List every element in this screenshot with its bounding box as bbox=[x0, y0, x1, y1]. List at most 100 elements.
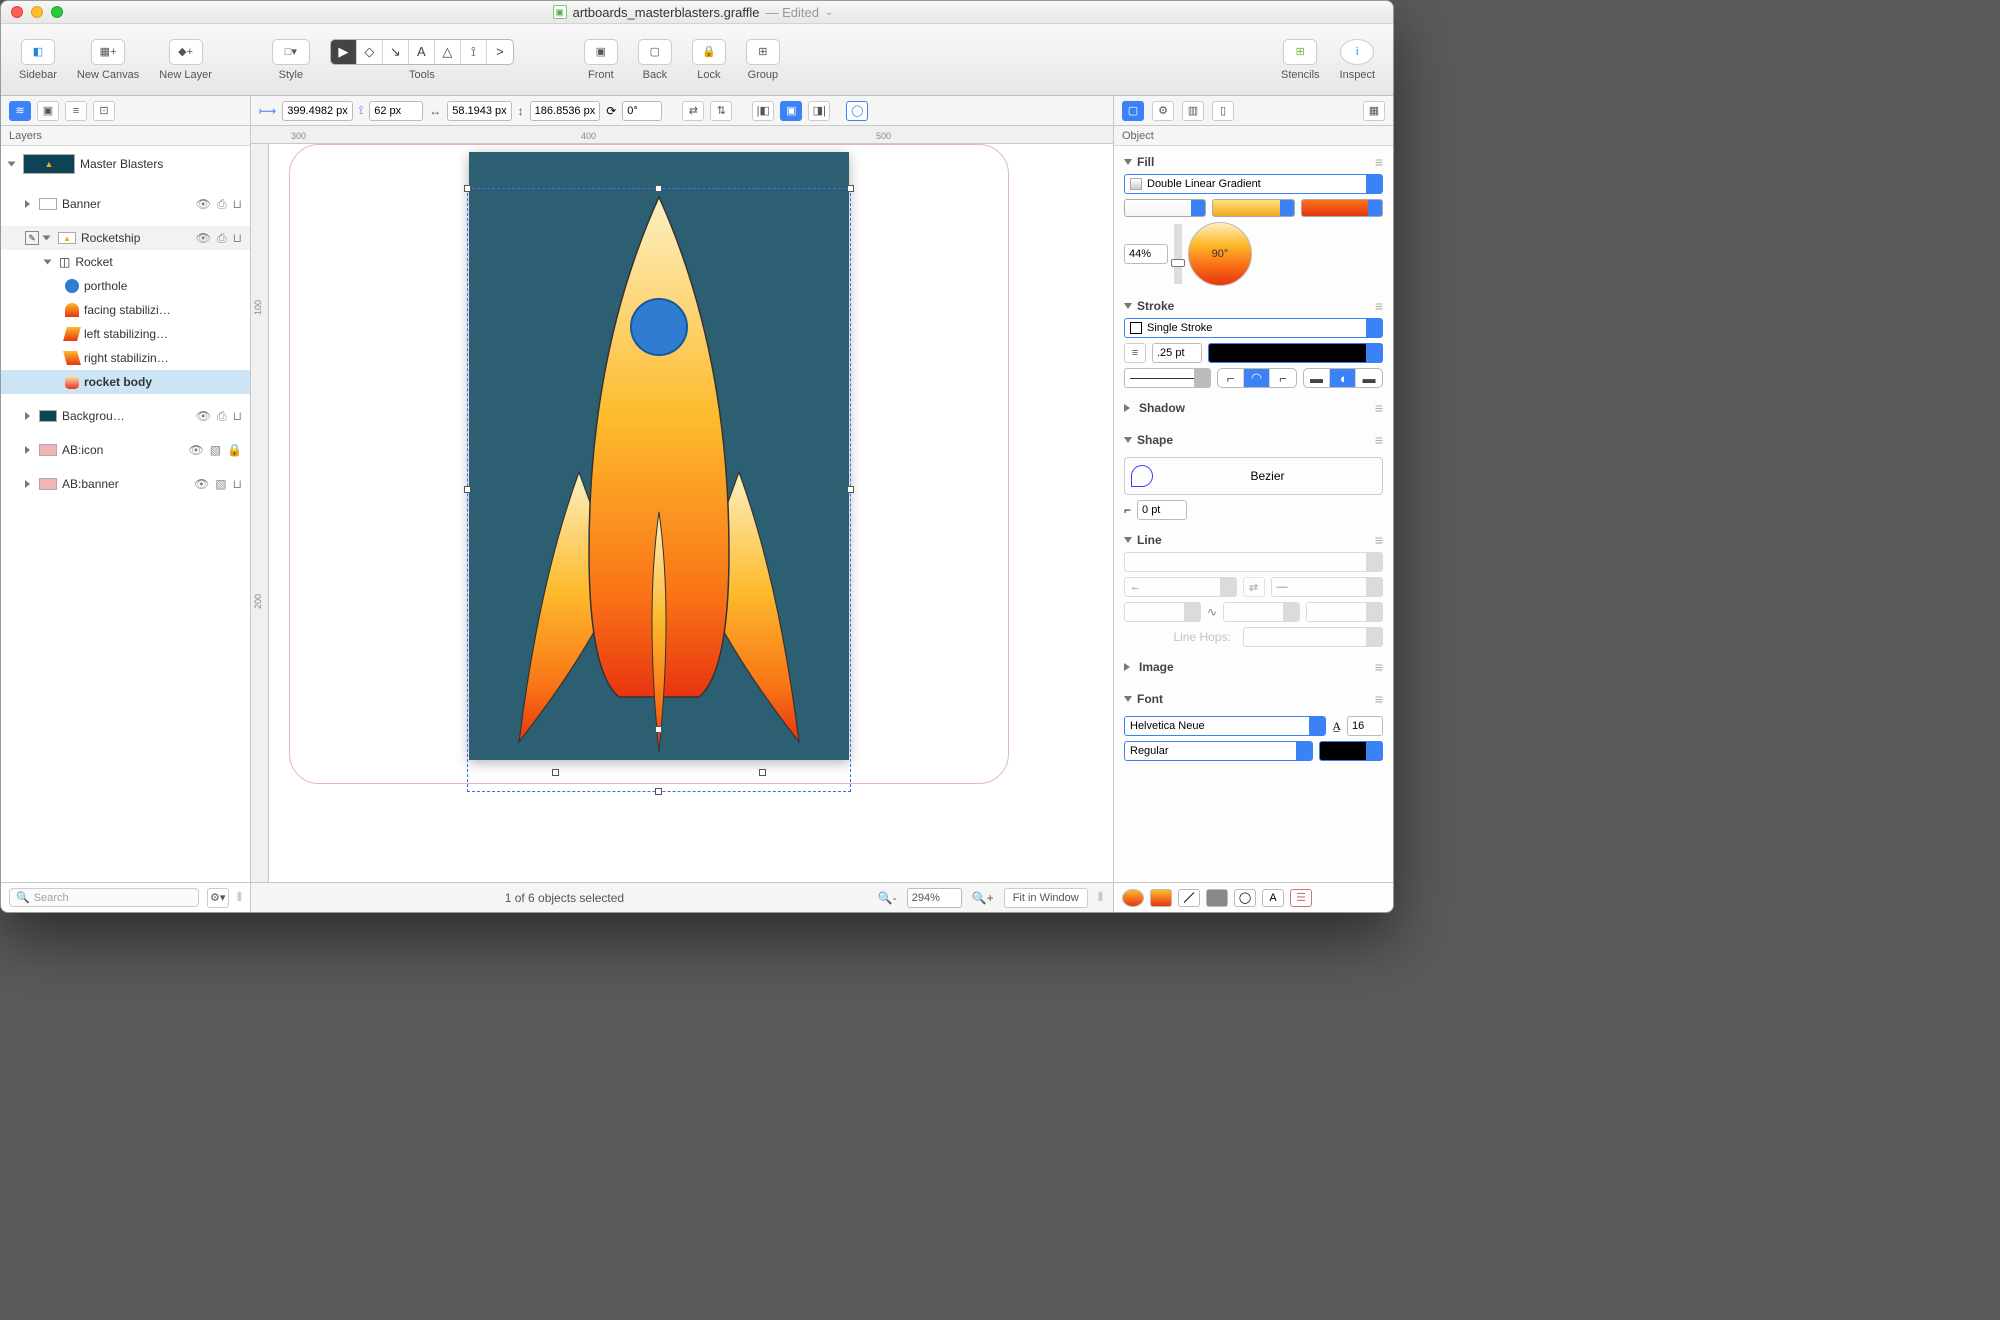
lock-open-icon[interactable]: ⊔ bbox=[233, 231, 242, 246]
visibility-icon[interactable]: 👁 bbox=[196, 197, 211, 212]
tool-pen[interactable]: △ bbox=[435, 40, 461, 64]
line-swap-button[interactable]: ⇄ bbox=[1243, 577, 1265, 597]
rotation-input[interactable]: 0° bbox=[622, 101, 662, 121]
line-tail-select[interactable]: ← bbox=[1124, 577, 1237, 597]
group-row-rocket[interactable]: ◫ Rocket bbox=[1, 250, 250, 274]
lock-open-icon[interactable]: ⊔ bbox=[233, 409, 242, 424]
shape-well[interactable]: ◯ bbox=[846, 101, 868, 121]
section-menu-icon[interactable]: ≡ bbox=[1375, 532, 1383, 548]
disclosure-triangle-icon[interactable] bbox=[25, 480, 34, 489]
visibility-icon[interactable]: 👁 bbox=[196, 231, 211, 246]
ruler-vertical[interactable]: 100 200 bbox=[251, 144, 269, 882]
gradient-stop-3[interactable] bbox=[1301, 199, 1383, 217]
corner-bevel[interactable]: ⌐ bbox=[1270, 369, 1296, 387]
selection-handle[interactable] bbox=[655, 788, 662, 795]
visibility-icon[interactable]: 👁 bbox=[196, 409, 211, 424]
align-right-button[interactable]: ◨| bbox=[808, 101, 830, 121]
section-menu-icon[interactable]: ≡ bbox=[1375, 432, 1383, 448]
stroke-color-select[interactable] bbox=[1208, 343, 1383, 363]
selection-handle[interactable] bbox=[464, 486, 471, 493]
line-head-select[interactable]: — bbox=[1271, 577, 1384, 597]
stroke-position-button[interactable]: ≡ bbox=[1124, 343, 1146, 363]
y-input[interactable]: 62 px bbox=[369, 101, 423, 121]
flip-h-button[interactable]: ⇄ bbox=[682, 101, 704, 121]
canvas-row[interactable]: ▲ Master Blasters bbox=[1, 152, 250, 176]
style-chip-shadow[interactable] bbox=[1206, 889, 1228, 907]
print-icon[interactable]: ⎙ bbox=[217, 409, 227, 424]
gradient-pct-input[interactable]: 44% bbox=[1124, 244, 1168, 264]
inspector-tab-object[interactable]: ▢ bbox=[1122, 101, 1144, 121]
font-size-input[interactable]: 16 bbox=[1347, 716, 1383, 736]
object-row-porthole[interactable]: porthole bbox=[1, 274, 250, 298]
object-row-right-fin[interactable]: right stabilizin… bbox=[1, 346, 250, 370]
lock-open-icon[interactable]: ⊔ bbox=[233, 197, 242, 212]
group-button[interactable]: ⊞ bbox=[746, 39, 780, 65]
selection-handle[interactable] bbox=[552, 769, 559, 776]
gradient-slider[interactable] bbox=[1174, 224, 1182, 284]
tool-selection[interactable]: ▶ bbox=[331, 40, 357, 64]
fill-type-select[interactable]: Double Linear Gradient bbox=[1124, 174, 1383, 194]
line-hops-select[interactable] bbox=[1243, 627, 1383, 647]
sidebar-action-menu[interactable]: ⚙▾ bbox=[207, 888, 229, 908]
sidebar-tab-outline[interactable]: ▣ bbox=[37, 101, 59, 121]
close-window-button[interactable] bbox=[11, 6, 23, 18]
inspector-grid-button[interactable]: ▦ bbox=[1363, 101, 1385, 121]
print-icon[interactable]: ⎙ bbox=[217, 231, 227, 246]
disclosure-triangle-icon[interactable] bbox=[25, 446, 34, 455]
sidebar-drag-handle-icon[interactable]: ⦀ bbox=[237, 890, 242, 905]
font-color-select[interactable] bbox=[1319, 741, 1383, 761]
style-chip-shape[interactable]: ◯ bbox=[1234, 889, 1256, 907]
disclosure-triangle-icon[interactable] bbox=[25, 412, 34, 421]
cap-square[interactable]: ▬ bbox=[1356, 369, 1382, 387]
new-layer-button[interactable]: ◆+ bbox=[169, 39, 203, 65]
section-menu-icon[interactable]: ≡ bbox=[1375, 691, 1383, 707]
tool-line[interactable]: ↘ bbox=[383, 40, 409, 64]
style-chip-text[interactable]: A bbox=[1262, 889, 1284, 907]
lock-open-icon[interactable]: ⊔ bbox=[233, 477, 242, 491]
inspector-tab-properties[interactable]: ⚙ bbox=[1152, 101, 1174, 121]
font-weight-select[interactable]: Regular bbox=[1124, 741, 1313, 761]
disclosure-triangle-icon[interactable] bbox=[45, 258, 54, 267]
style-chip-stroke[interactable] bbox=[1178, 889, 1200, 907]
style-chip-gradient[interactable] bbox=[1150, 889, 1172, 907]
selection-handle[interactable] bbox=[847, 185, 854, 192]
object-row-left-fin[interactable]: left stabilizing… bbox=[1, 322, 250, 346]
lock-icon[interactable]: 🔒 bbox=[227, 443, 242, 457]
canvas-drag-handle-icon[interactable]: ⦀ bbox=[1098, 890, 1103, 905]
section-menu-icon[interactable]: ≡ bbox=[1375, 154, 1383, 170]
zoom-in-icon[interactable]: 🔍+ bbox=[972, 891, 994, 905]
tool-text[interactable]: A bbox=[409, 40, 435, 64]
line-type-select[interactable] bbox=[1124, 552, 1383, 572]
inspector-tab-document[interactable]: ▯ bbox=[1212, 101, 1234, 121]
gradient-angle-wheel[interactable]: 90° bbox=[1188, 222, 1252, 286]
section-menu-icon[interactable]: ≡ bbox=[1375, 298, 1383, 314]
ruler-horizontal[interactable]: 300 400 500 bbox=[251, 126, 1113, 144]
sidebar-tab-guides[interactable]: ≡ bbox=[65, 101, 87, 121]
corner-radius-input[interactable]: 0 pt bbox=[1137, 500, 1187, 520]
stencils-button[interactable]: ⊞ bbox=[1283, 39, 1317, 65]
layer-row-rocketship[interactable]: ✎ ▲ Rocketship 👁⎙⊔ bbox=[1, 226, 250, 250]
sidebar-search-input[interactable]: 🔍 Search bbox=[9, 888, 199, 907]
sidebar-tab-selection[interactable]: ⊡ bbox=[93, 101, 115, 121]
inspector-tab-canvas[interactable]: ▥ bbox=[1182, 101, 1204, 121]
selection-handle[interactable] bbox=[655, 185, 662, 192]
minimize-window-button[interactable] bbox=[31, 6, 43, 18]
fit-window-button[interactable]: Fit in Window bbox=[1004, 888, 1088, 908]
shape-type-label[interactable]: Bezier bbox=[1159, 469, 1376, 483]
zoom-window-button[interactable] bbox=[51, 6, 63, 18]
canvas[interactable] bbox=[269, 144, 1113, 882]
cap-butt[interactable]: ▬ bbox=[1304, 369, 1330, 387]
flip-v-button[interactable]: ⇅ bbox=[710, 101, 732, 121]
section-menu-icon[interactable]: ≡ bbox=[1375, 400, 1383, 416]
visibility-icon[interactable]: 👁 bbox=[194, 477, 209, 491]
print-icon[interactable]: ⎙ bbox=[217, 197, 227, 212]
new-canvas-button[interactable]: ▦+ bbox=[91, 39, 125, 65]
disclosure-triangle-icon[interactable] bbox=[25, 200, 34, 209]
layer-row-ab-banner[interactable]: AB:banner 👁▧⊔ bbox=[1, 472, 250, 496]
stroke-type-select[interactable]: Single Stroke bbox=[1124, 318, 1383, 338]
line-tail-size[interactable] bbox=[1124, 602, 1201, 622]
send-back-button[interactable]: ▢ bbox=[638, 39, 672, 65]
layer-row-banner[interactable]: Banner 👁⎙⊔ bbox=[1, 192, 250, 216]
stroke-dash-select[interactable] bbox=[1124, 368, 1211, 388]
inspect-toggle-button[interactable]: i bbox=[1340, 39, 1374, 65]
